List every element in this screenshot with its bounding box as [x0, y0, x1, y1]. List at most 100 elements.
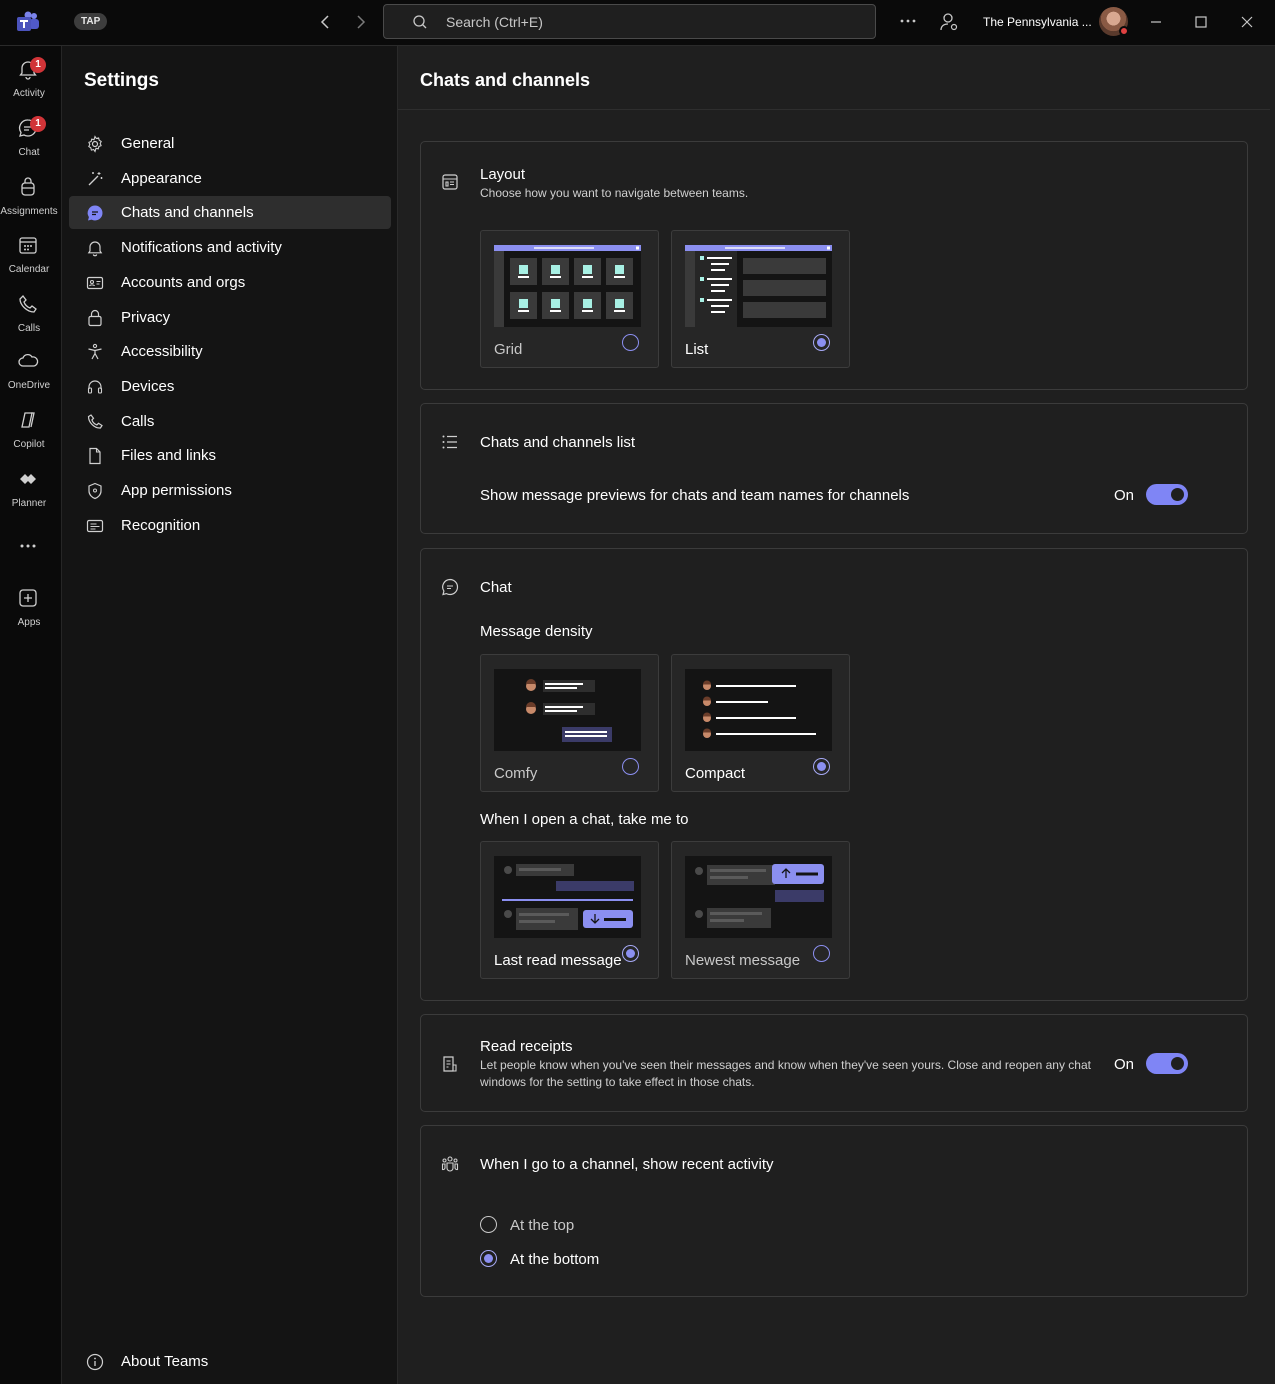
phone-icon [19, 295, 37, 313]
page-title: Chats and channels [420, 70, 591, 90]
radio-button[interactable] [622, 945, 639, 962]
layout-icon [442, 174, 458, 190]
lock-icon [88, 309, 102, 327]
nav-item-appearance[interactable]: Appearance [69, 162, 391, 195]
rail-item-assignments[interactable]: Assignments [0, 168, 62, 222]
nav-item-about-teams[interactable]: About Teams [69, 1345, 391, 1378]
maximize-icon[interactable] [1191, 12, 1211, 32]
option-label: Newest message [685, 952, 801, 969]
nav-item-devices[interactable]: Devices [69, 370, 391, 403]
message-density-label: Message density [480, 623, 593, 640]
nav-item-calls[interactable]: Calls [69, 405, 391, 438]
list-icon [442, 435, 457, 449]
tap-badge[interactable]: TAP [74, 13, 108, 30]
option-label: Grid [494, 341, 523, 358]
rail-label: OneDrive [7, 380, 51, 391]
rail-item-copilot[interactable]: Copilot [0, 401, 62, 455]
radio-button[interactable] [622, 758, 639, 775]
nav-item-notifications[interactable]: Notifications and activity [69, 231, 391, 264]
newest-message-preview [685, 856, 832, 938]
rail-item-calls[interactable]: Calls [0, 285, 62, 339]
add-app-icon [19, 589, 37, 607]
layout-option-list[interactable]: List [671, 230, 850, 368]
open-chat-label: When I open a chat, take me to [480, 811, 689, 828]
radio-button[interactable] [622, 334, 639, 351]
phone-icon [87, 414, 103, 429]
toggle-state: On [1114, 1056, 1135, 1073]
nav-label: Files and links [121, 447, 217, 464]
layout-option-grid[interactable]: Grid [480, 230, 659, 368]
chat-card: Chat Message density Comfy Compact When … [420, 548, 1248, 1001]
grid-layout-preview [494, 245, 641, 327]
compact-density-preview [685, 669, 832, 751]
id-card-icon [86, 276, 104, 290]
open-option-last-read[interactable]: Last read message [480, 841, 659, 979]
density-option-comfy[interactable]: Comfy [480, 654, 659, 792]
radio-button[interactable] [813, 334, 830, 351]
option-label: List [685, 341, 709, 358]
more-apps-icon[interactable] [17, 537, 39, 555]
rail-item-onedrive[interactable]: OneDrive [0, 342, 62, 396]
message-preview-toggle[interactable] [1146, 484, 1188, 505]
nav-label: Privacy [121, 309, 171, 326]
radio-button[interactable] [813, 758, 830, 775]
rail-item-activity[interactable]: 1 Activity [0, 50, 62, 104]
nav-item-privacy[interactable]: Privacy [69, 301, 391, 334]
card-title: Read receipts [480, 1038, 573, 1055]
card-description: Let people know when you've seen their m… [480, 1058, 1091, 1089]
chat-bubble-icon [442, 578, 459, 596]
card-title: Layout [480, 166, 526, 183]
card-title: When I go to a channel, show recent acti… [480, 1156, 774, 1173]
info-icon [86, 1353, 104, 1371]
more-options-icon[interactable] [896, 10, 920, 32]
nav-label: Appearance [121, 170, 202, 187]
rail-label: Apps [17, 617, 41, 628]
rail-item-apps[interactable]: Apps [0, 579, 62, 633]
document-icon [89, 447, 101, 465]
chevron-left-icon[interactable] [316, 12, 336, 32]
option-label: At the bottom [510, 1251, 600, 1268]
nav-item-accounts[interactable]: Accounts and orgs [69, 266, 391, 299]
org-name[interactable]: The Pennsylvania ... [983, 15, 1092, 29]
chevron-right-icon[interactable] [350, 12, 370, 32]
presence-status-icon [1119, 26, 1129, 36]
option-label: Compact [685, 765, 746, 782]
rail-label: Chat [18, 147, 40, 158]
rail-label: Calendar [8, 264, 50, 275]
read-receipts-toggle[interactable] [1146, 1053, 1188, 1074]
people-settings-icon[interactable] [938, 11, 960, 33]
minimize-icon[interactable] [1146, 12, 1166, 32]
nav-label: About Teams [121, 1353, 209, 1370]
read-receipt-icon [443, 1056, 457, 1072]
teams-logo-icon[interactable] [16, 11, 40, 33]
app-rail: 1 Activity 1 Chat Assignments Calendar C… [0, 46, 62, 1384]
nav-item-accessibility[interactable]: Accessibility [69, 335, 391, 368]
radio-at-the-top[interactable] [480, 1216, 497, 1233]
notification-badge: 1 [30, 57, 46, 73]
cloud-icon [18, 353, 39, 367]
search-input[interactable] [446, 5, 846, 38]
nav-item-files-and-links[interactable]: Files and links [69, 439, 391, 472]
magic-wand-icon [88, 172, 103, 186]
card-title: Chat [480, 579, 512, 596]
close-icon[interactable] [1237, 12, 1257, 32]
rail-item-calendar[interactable]: Calendar [0, 226, 62, 280]
radio-at-the-bottom[interactable] [480, 1250, 497, 1267]
search-box[interactable] [383, 4, 876, 39]
nav-label: App permissions [121, 482, 232, 499]
nav-item-app-permissions[interactable]: App permissions [69, 474, 391, 507]
option-label: Comfy [494, 765, 538, 782]
settings-nav: Settings General Appearance Chats and ch… [62, 46, 398, 1384]
rail-item-chat[interactable]: 1 Chat [0, 109, 62, 163]
search-icon [413, 15, 427, 29]
density-option-compact[interactable]: Compact [671, 654, 850, 792]
nav-item-recognition[interactable]: Recognition [69, 509, 391, 542]
nav-item-general[interactable]: General [69, 127, 391, 160]
backpack-icon [21, 177, 35, 196]
nav-item-chats-and-channels[interactable]: Chats and channels [69, 196, 391, 229]
radio-button[interactable] [813, 945, 830, 962]
open-option-newest[interactable]: Newest message [671, 841, 850, 979]
rail-item-planner[interactable]: Planner [0, 460, 62, 514]
option-label: At the top [510, 1217, 575, 1234]
toggle-state: On [1114, 487, 1135, 504]
